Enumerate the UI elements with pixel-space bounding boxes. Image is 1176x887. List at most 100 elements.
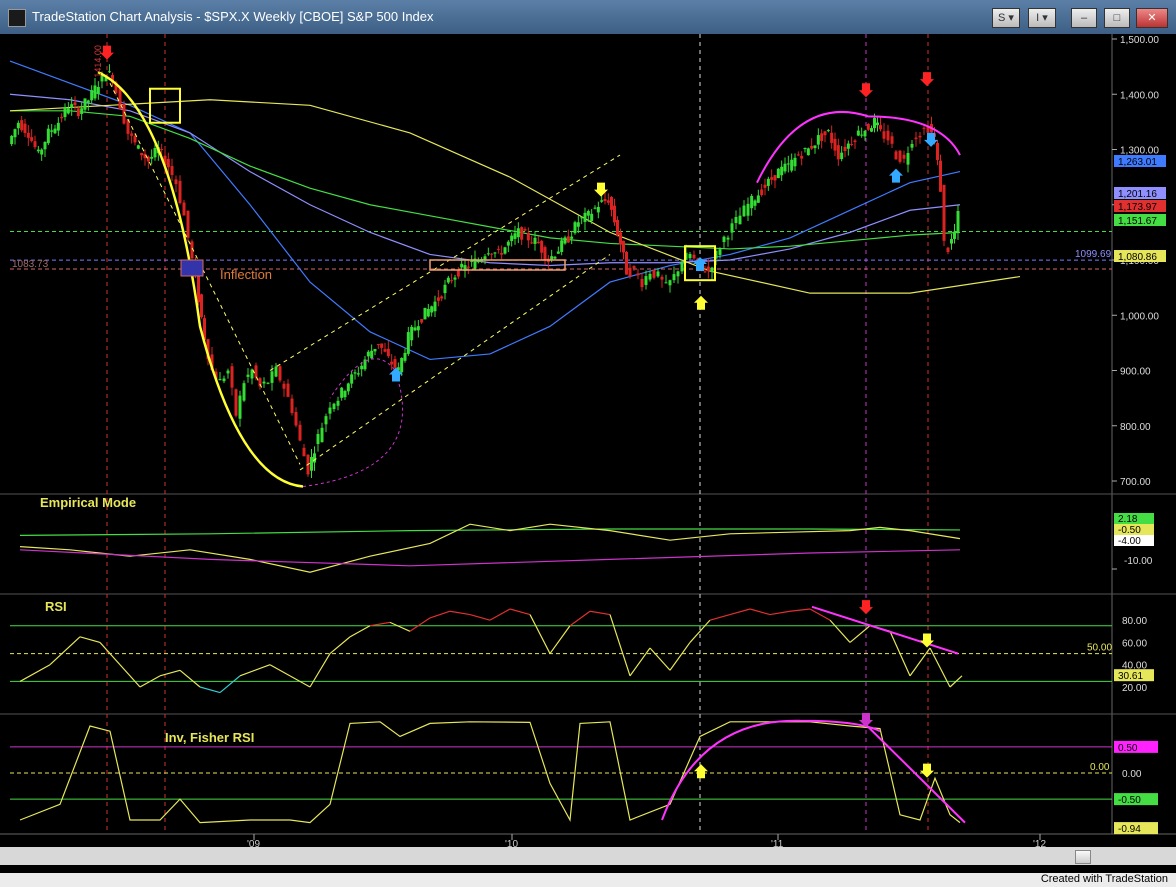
candle-body: [856, 130, 860, 136]
candle-body: [606, 200, 610, 203]
title-bar: TradeStation Chart Analysis - $SPX.X Wee…: [0, 0, 1176, 34]
candle-body: [282, 383, 286, 389]
candle-body: [43, 141, 47, 150]
scrollbar-thumb[interactable]: [1075, 850, 1091, 864]
candle-body: [910, 143, 914, 148]
y-tick-label: 80.00: [1122, 616, 1147, 627]
candle-body: [86, 100, 90, 103]
candle-body: [70, 104, 74, 108]
last-value-text: 2.18: [1118, 514, 1138, 525]
y-tick-label: 1,500.00: [1120, 35, 1159, 46]
candle-body: [26, 132, 30, 138]
candle-body: [718, 249, 722, 255]
y-tick-label: 1,000.00: [1120, 311, 1159, 322]
candle-body: [790, 159, 794, 171]
last-value-text: 0.50: [1118, 743, 1138, 754]
symbol-menu-button[interactable]: S ▾: [992, 8, 1020, 28]
candle-body: [632, 266, 636, 269]
minimize-button[interactable]: –: [1071, 8, 1097, 28]
candle-body: [600, 200, 604, 202]
last-value-text: -4.00: [1118, 536, 1141, 547]
candle-body: [410, 326, 414, 341]
candle-body: [586, 211, 590, 216]
candle-body: [90, 90, 94, 101]
candle-body: [770, 177, 774, 180]
candle-body: [672, 274, 676, 281]
candle-body: [140, 152, 144, 156]
candle-body: [526, 232, 530, 241]
candle-body: [436, 297, 440, 301]
maximize-button[interactable]: □: [1104, 8, 1130, 28]
candle-body: [836, 145, 840, 160]
candle-body: [800, 155, 804, 159]
last-value-text: -0.50: [1118, 525, 1141, 536]
inflection-label: Inflection: [220, 267, 272, 282]
candle-body: [23, 123, 27, 134]
horizontal-scrollbar[interactable]: [0, 847, 1176, 865]
candle-body: [516, 228, 520, 238]
candle-body: [130, 133, 134, 136]
candle-body: [703, 271, 707, 273]
candle-body: [178, 180, 182, 204]
candle-body: [166, 158, 170, 168]
candle-body: [433, 301, 437, 312]
candle-body: [96, 87, 100, 94]
level-label: 1083.73: [12, 259, 49, 270]
candle-body: [803, 148, 807, 150]
candle-body: [652, 269, 656, 278]
chart-canvas[interactable]: '09'10'11'121,500.001,400.001,300.001,20…: [0, 34, 1176, 873]
footer-text: Created with TradeStation: [1040, 873, 1168, 885]
close-button[interactable]: ✕: [1136, 8, 1168, 28]
candle-body: [16, 122, 20, 129]
candle-body: [898, 150, 902, 162]
candle-body: [886, 130, 890, 141]
candle-body: [340, 387, 344, 398]
candle-body: [30, 137, 34, 141]
candle-body: [53, 128, 57, 134]
candle-body: [756, 195, 760, 203]
candle-body: [328, 407, 332, 414]
candle-body: [593, 207, 597, 209]
candle-body: [186, 210, 190, 238]
candle-body: [503, 247, 507, 254]
candle-body: [278, 366, 282, 381]
candle-body: [628, 267, 632, 277]
indicator-menu-button[interactable]: I ▾: [1028, 8, 1056, 28]
candle-body: [810, 145, 814, 149]
candle-body: [902, 154, 906, 159]
candle-body: [403, 352, 407, 361]
candle-body: [840, 152, 844, 160]
candle-body: [380, 343, 384, 348]
candle-body: [513, 233, 517, 239]
candle-body: [766, 178, 770, 186]
candle-body: [238, 395, 242, 419]
candle-body: [423, 307, 427, 320]
candle-body: [796, 154, 800, 156]
candle-body: [523, 228, 527, 231]
y-tick-label: -10.00: [1124, 556, 1153, 567]
candle-body: [262, 381, 266, 384]
candle-body: [590, 213, 594, 222]
candle-body: [302, 447, 306, 457]
footer: Created with TradeStation: [0, 873, 1176, 887]
candle-body: [390, 361, 394, 365]
candle-body: [730, 223, 734, 233]
candle-body: [73, 102, 77, 106]
candle-body: [182, 202, 186, 216]
candle-body: [914, 137, 918, 140]
candle-body: [680, 261, 684, 272]
candle-body: [506, 241, 510, 246]
candle-body: [553, 256, 557, 259]
candle-body: [833, 138, 837, 151]
candle-body: [170, 166, 174, 175]
candle-body: [580, 217, 584, 219]
candle-body: [873, 117, 876, 129]
candle-body: [556, 251, 560, 254]
panel-title: RSI: [45, 599, 67, 614]
candle-body: [596, 206, 600, 213]
candle-body: [619, 232, 622, 245]
candle-body: [274, 366, 278, 377]
candle-body: [879, 125, 882, 130]
candle-body: [336, 400, 340, 406]
candle-body: [136, 145, 140, 149]
